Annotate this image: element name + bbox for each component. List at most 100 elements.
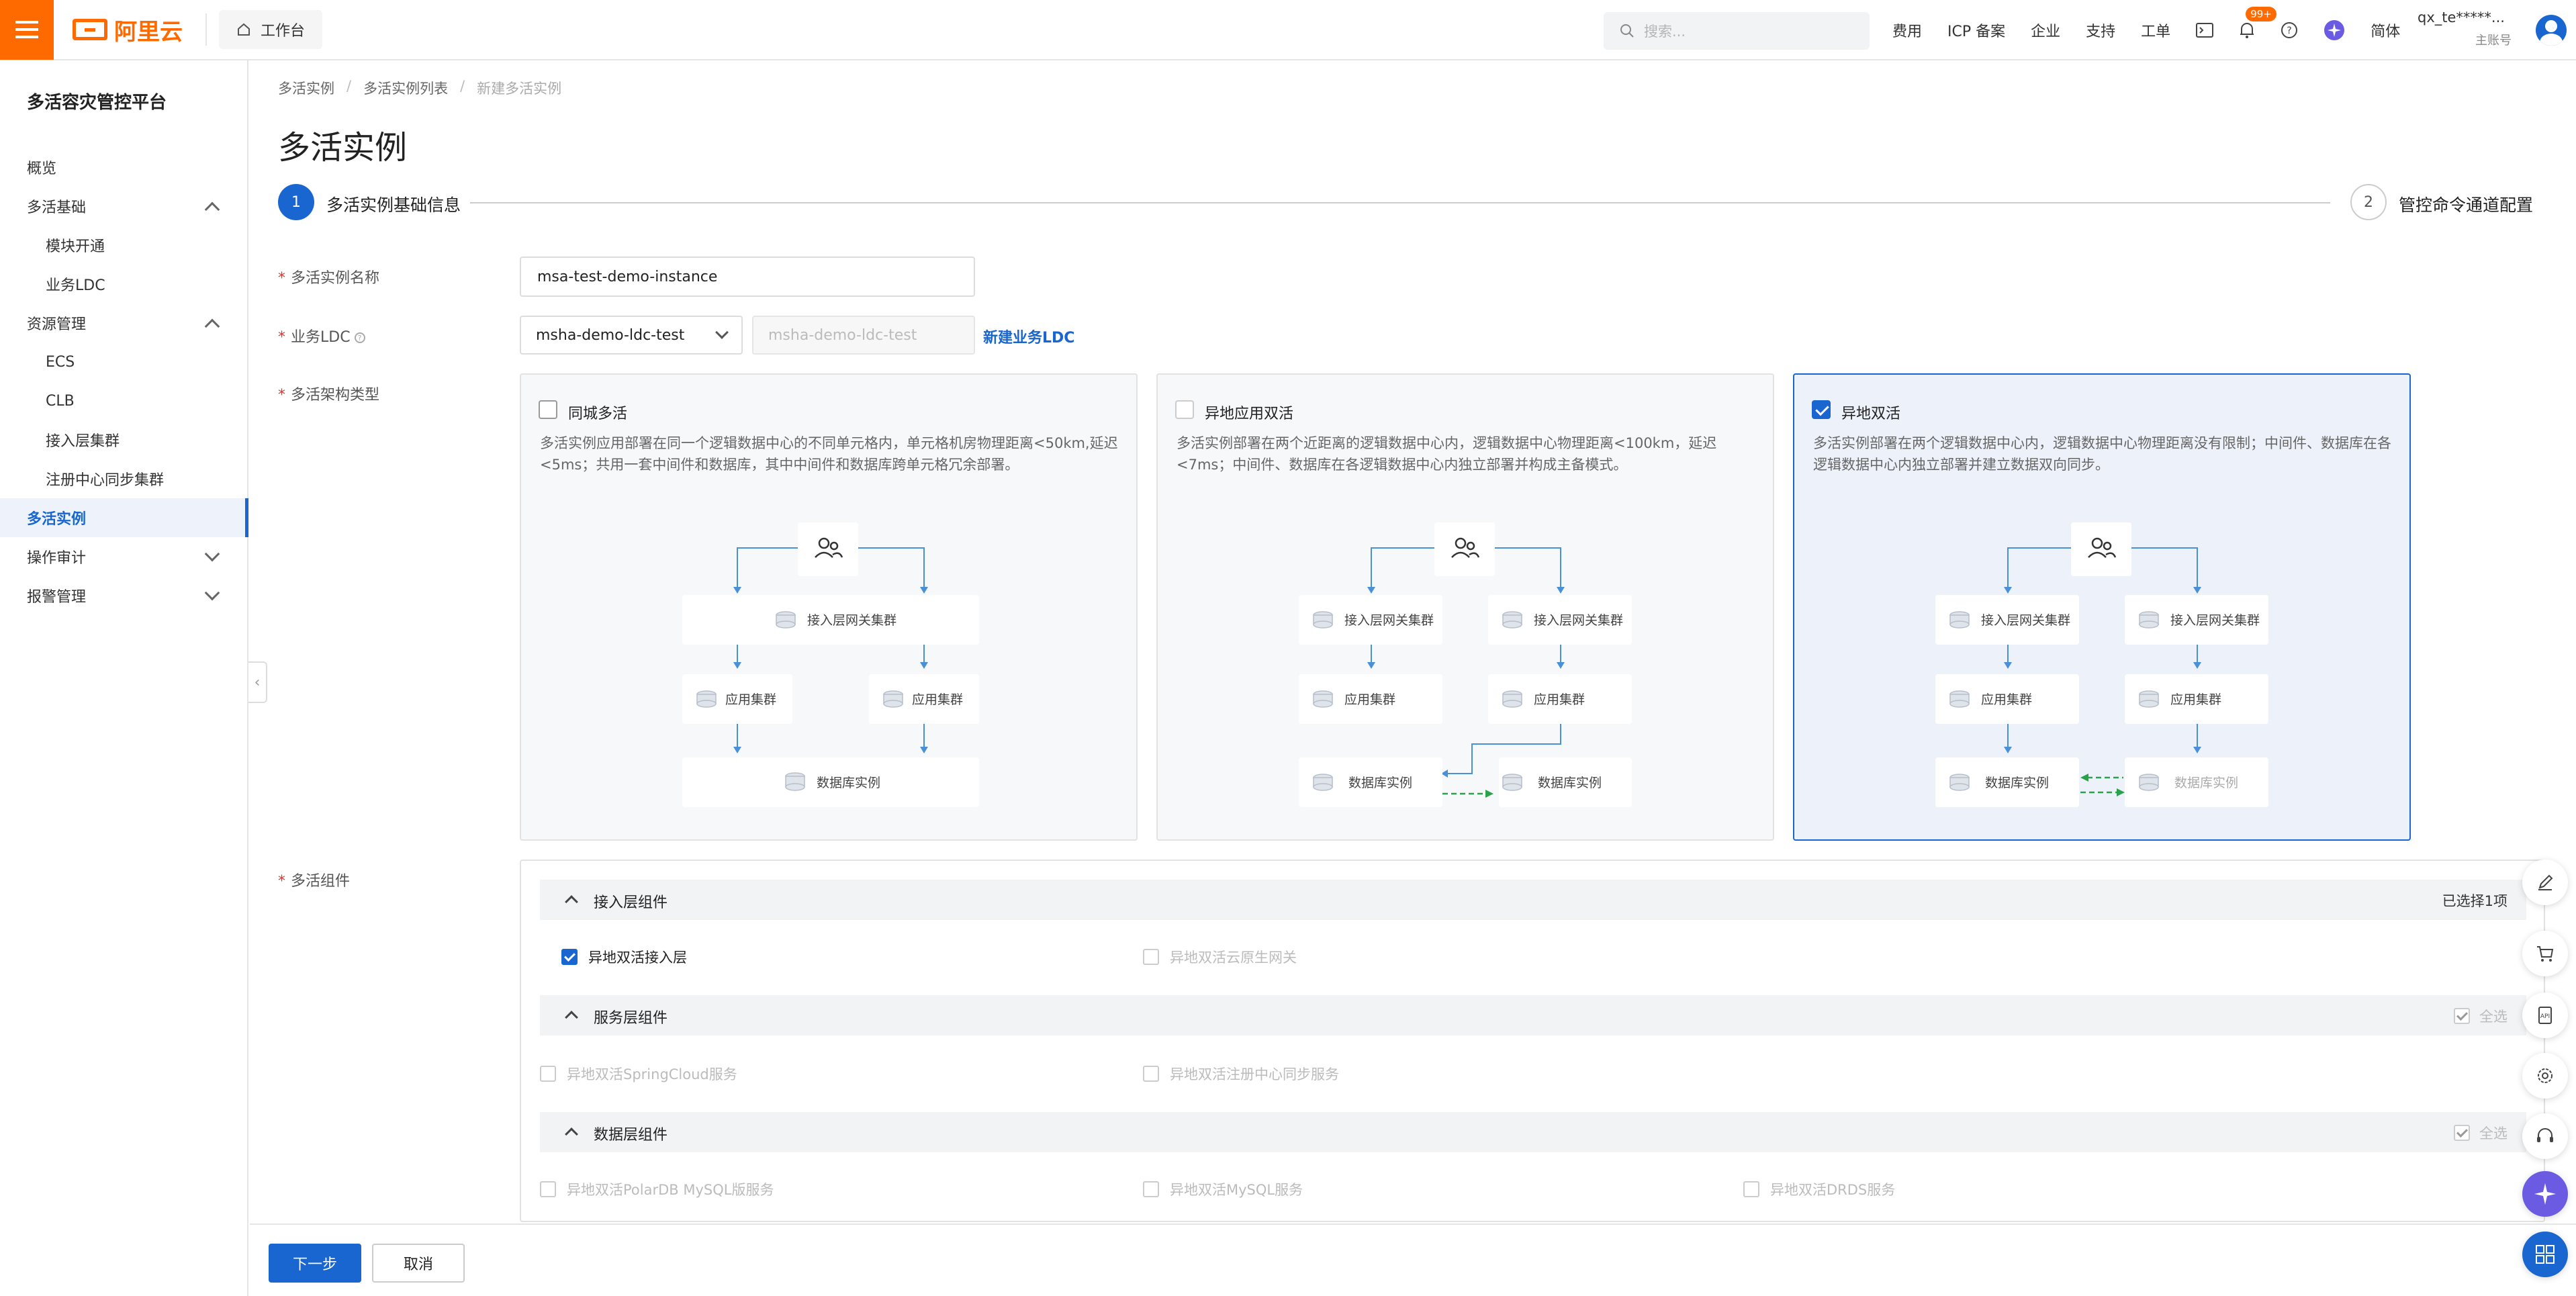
sidebar-item-label: 接入层集群 <box>46 433 120 450</box>
api-icon[interactable]: API <box>2522 992 2568 1038</box>
link-ticket[interactable]: 工单 <box>2141 19 2170 41</box>
breadcrumb-item[interactable]: 多活实例 <box>278 78 334 98</box>
diagram-app-label: 应用集群 <box>2170 692 2221 707</box>
checkbox[interactable] <box>540 1066 556 1082</box>
search-input[interactable]: 搜索... <box>1604 12 1870 50</box>
sidebar-title: 多活容灾管控平台 <box>27 93 167 113</box>
checkbox[interactable] <box>2454 1008 2470 1024</box>
sidebar-item-business-ldc[interactable]: 业务LDC <box>0 265 247 304</box>
diagram-db-label: 数据库实例 <box>817 776 880 790</box>
sidebar-item-label: 注册中心同步集群 <box>46 472 165 489</box>
comp-item-registry-sync[interactable]: 异地双活注册中心同步服务 <box>1143 1064 1339 1084</box>
svg-text:?: ? <box>2287 26 2291 36</box>
instance-name-input[interactable]: msa-test-demo-instance <box>520 257 975 297</box>
link-enterprise[interactable]: 企业 <box>2031 19 2060 41</box>
sidebar-item-module-activation[interactable]: 模块开通 <box>0 226 247 265</box>
diagram-db-label: 数据库实例 <box>2174 776 2238 790</box>
diagram-db-label: 数据库实例 <box>1538 776 1602 790</box>
instance-name-value: msa-test-demo-instance <box>537 268 718 285</box>
comp-item-polardb[interactable]: 异地双活PolarDB MySQL版服务 <box>540 1179 774 1199</box>
aliyun-logo[interactable]: 阿里云 <box>73 0 193 60</box>
sidebar-group-resources[interactable]: 资源管理 <box>0 304 247 342</box>
breadcrumb-separator: / <box>460 78 465 94</box>
workbench-button[interactable]: 工作台 <box>219 10 323 49</box>
comp-group-header-service[interactable]: 服务层组件 全选 <box>540 995 2526 1035</box>
diagram-gateway-label: 接入层网关集群 <box>1534 613 1623 628</box>
cart-icon[interactable] <box>2522 931 2568 976</box>
sidebar-item-ecs[interactable]: ECS <box>0 342 247 381</box>
arch-card-same-city[interactable]: 同城多活 多活实例应用部署在同一个逻辑数据中心的不同单元格内，单元格机房物理距离… <box>520 373 1138 841</box>
help-icon[interactable]: ? <box>2281 21 2298 39</box>
comp-item-label: 异地双活MySQL服务 <box>1170 1182 1303 1198</box>
sidebar-group-alerts[interactable]: 报警管理 <box>0 576 247 615</box>
components-panel: 接入层组件 已选择1项 异地双活接入层 异地双活云原生网关 服务层组件 全选 异… <box>520 860 2545 1222</box>
sidebar-item-clb[interactable]: CLB <box>0 381 247 420</box>
comp-group-title: 服务层组件 <box>594 1010 668 1027</box>
avatar[interactable] <box>2536 15 2567 46</box>
breadcrumb-item[interactable]: 多活实例列表 <box>363 78 448 98</box>
comp-item-springcloud[interactable]: 异地双活SpringCloud服务 <box>540 1064 737 1084</box>
ai-assistant-icon[interactable] <box>2522 1171 2568 1217</box>
info-icon[interactable]: ? <box>354 332 365 343</box>
sidebar-group-basics[interactable]: 多活基础 <box>0 187 247 226</box>
top-navbar: 阿里云 工作台 搜索... 费用 ICP 备案 企业 支持 工单 99+ ? 简… <box>0 0 2576 60</box>
arch-card-remote-dual-active[interactable]: 异地双活 多活实例部署在两个逻辑数据中心内，逻辑数据中心物理距离没有限制；中间件… <box>1793 373 2411 841</box>
checkbox[interactable] <box>540 1181 556 1197</box>
ldc-select[interactable]: msha-demo-ldc-test <box>520 316 743 355</box>
menu-icon[interactable] <box>0 0 54 60</box>
comp-item-drds[interactable]: 异地双活DRDS服务 <box>1743 1179 1895 1199</box>
edit-icon[interactable] <box>2522 860 2568 905</box>
cancel-button[interactable]: 取消 <box>372 1244 465 1283</box>
notification-badge: 99+ <box>2246 7 2276 21</box>
link-icp[interactable]: ICP 备案 <box>1947 19 2005 41</box>
step-2-number: 2 <box>2350 184 2387 220</box>
breadcrumb-current: 新建多活实例 <box>477 81 562 97</box>
sidebar-item-overview[interactable]: 概览 <box>0 148 247 187</box>
apps-icon[interactable] <box>2522 1232 2568 1277</box>
account-name: qx_te*****... <box>2418 9 2505 26</box>
sidebar-item-registry-sync-cluster[interactable]: 注册中心同步集群 <box>0 459 247 498</box>
next-button[interactable]: 下一步 <box>269 1244 361 1283</box>
top-links: 费用 ICP 备案 企业 支持 工单 99+ ? 简体 <box>1892 0 2400 60</box>
settings-icon[interactable] <box>2522 1053 2568 1099</box>
sidebar-group-audit[interactable]: 操作审计 <box>0 537 247 576</box>
sidebar-item-gateway-cluster[interactable]: 接入层集群 <box>0 420 247 459</box>
breadcrumb-separator: / <box>347 78 352 94</box>
select-all[interactable]: 全选 <box>2454 1123 2508 1143</box>
diagram-gateway-label: 接入层网关集群 <box>1981 613 2070 628</box>
arch-diagram-remote-dual-active: 接入层网关集群 接入层网关集群 应用集群 应用集群 数据库实例 数据库实例 <box>1935 522 2268 807</box>
checkbox[interactable] <box>1143 1066 1159 1082</box>
ai-assistant-icon[interactable] <box>2324 19 2345 41</box>
arch-card-remote-app-active[interactable]: 异地应用双活 多活实例部署在两个近距离的逻辑数据中心内，逻辑数据中心物理距离<1… <box>1156 373 1774 841</box>
comp-group-header-data[interactable]: 数据层组件 全选 <box>540 1112 2526 1152</box>
svg-text:API: API <box>2540 1013 2550 1020</box>
ldc-select-value: msha-demo-ldc-test <box>536 326 685 344</box>
checkbox[interactable] <box>2454 1125 2470 1141</box>
checkbox[interactable] <box>1743 1181 1759 1197</box>
bell-icon[interactable]: 99+ <box>2239 7 2276 39</box>
comp-group-header-access[interactable]: 接入层组件 已选择1项 <box>540 880 2526 920</box>
checkbox[interactable] <box>1143 1181 1159 1197</box>
link-fees[interactable]: 费用 <box>1892 19 1922 41</box>
sidebar-item-label: ECS <box>46 353 75 371</box>
comp-item-mysql[interactable]: 异地双活MySQL服务 <box>1143 1179 1303 1199</box>
link-support[interactable]: 支持 <box>2086 19 2115 41</box>
step-1-number: 1 <box>278 184 314 220</box>
terminal-icon[interactable] <box>2196 23 2214 38</box>
sidebar-item-multi-active-instance[interactable]: 多活实例 <box>0 498 248 537</box>
headset-icon[interactable] <box>2522 1113 2568 1159</box>
name-label: * 多活实例名称 <box>278 270 380 287</box>
checkbox[interactable] <box>1143 949 1159 965</box>
checkbox[interactable] <box>561 949 578 965</box>
language-switch[interactable]: 简体 <box>2371 19 2400 41</box>
comp-item-access-layer[interactable]: 异地双活接入层 <box>561 947 687 967</box>
comp-item-cloud-native-gateway[interactable]: 异地双活云原生网关 <box>1143 947 1297 967</box>
diagram-db-label: 数据库实例 <box>1985 776 2049 790</box>
comp-group-count: 已选择1项 <box>2442 893 2508 909</box>
chevron-up-icon <box>565 895 578 909</box>
account-menu[interactable]: qx_te*****... 主账号 <box>2418 9 2525 48</box>
select-all[interactable]: 全选 <box>2454 1006 2508 1026</box>
stepper: 1 多活实例基础信息 2 管控命令通道配置 <box>278 184 2545 224</box>
logo-text: 阿里云 <box>114 18 183 46</box>
new-ldc-link[interactable]: 新建业务LDC <box>983 326 1074 347</box>
